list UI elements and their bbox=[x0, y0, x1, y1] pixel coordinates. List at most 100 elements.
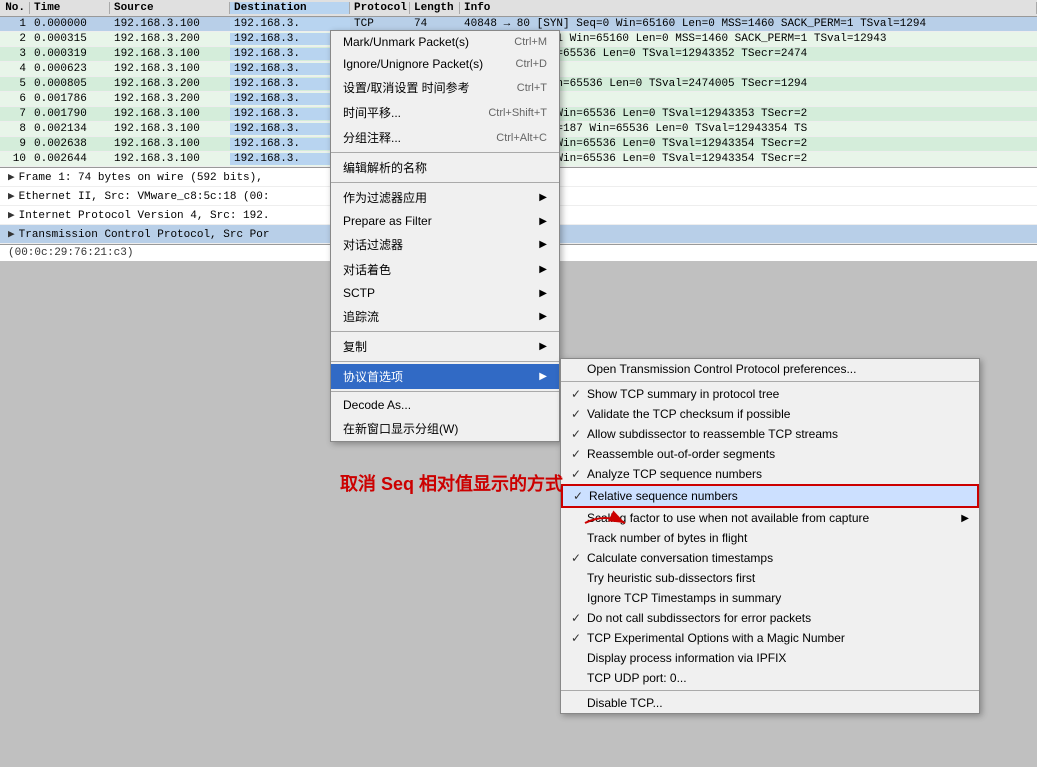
col-header-protocol: Protocol bbox=[350, 2, 410, 14]
menu-item[interactable]: SCTP ▶ bbox=[331, 282, 559, 304]
menu-item-label: 对话过滤器 bbox=[343, 236, 403, 253]
menu-item[interactable]: 作为过滤器应用 ▶ bbox=[331, 185, 559, 210]
packet-no: 1 bbox=[0, 18, 30, 30]
packet-src: 192.168.3.100 bbox=[110, 123, 230, 135]
packet-no: 8 bbox=[0, 123, 30, 135]
packet-src: 192.168.3.100 bbox=[110, 138, 230, 150]
packet-src: 192.168.3.100 bbox=[110, 63, 230, 75]
pref-item[interactable]: ✓Relative sequence numbers bbox=[561, 484, 979, 508]
menu-item-label: 作为过滤器应用 bbox=[343, 189, 427, 206]
expand-arrow: ▶ bbox=[8, 191, 15, 203]
check-mark: ✓ bbox=[571, 387, 587, 401]
menu-item-label: 追踪流 bbox=[343, 308, 379, 325]
packet-src: 192.168.3.100 bbox=[110, 153, 230, 165]
submenu-arrow: ▶ bbox=[539, 216, 547, 227]
col-header-info: Info bbox=[460, 2, 1037, 14]
menu-shortcut: Ctrl+M bbox=[514, 36, 547, 48]
detail-text: Transmission Control Protocol, Src Por bbox=[19, 229, 270, 241]
annotation-label: 取消 Seq 相对值显示的方式 bbox=[340, 474, 563, 494]
pref-item[interactable]: Ignore TCP Timestamps in summary bbox=[561, 588, 979, 608]
menu-shortcut: Ctrl+Shift+T bbox=[488, 107, 547, 119]
pref-item[interactable]: ✓TCP Experimental Options with a Magic N… bbox=[561, 628, 979, 648]
packet-src: 192.168.3.200 bbox=[110, 78, 230, 90]
pref-item-label: Validate the TCP checksum if possible bbox=[587, 407, 790, 421]
menu-shortcut: Ctrl+T bbox=[517, 82, 547, 94]
check-mark: ✓ bbox=[571, 551, 587, 565]
submenu-arrow-pref: ▶ bbox=[961, 513, 969, 524]
pref-item-label: TCP Experimental Options with a Magic Nu… bbox=[587, 631, 845, 645]
pref-item[interactable]: ✓Show TCP summary in protocol tree bbox=[561, 384, 979, 404]
pref-item[interactable]: ✓Allow subdissector to reassemble TCP st… bbox=[561, 424, 979, 444]
menu-item-label: 复制 bbox=[343, 338, 367, 355]
pref-item[interactable]: ✓Analyze TCP sequence numbers bbox=[561, 464, 979, 484]
submenu-arrow: ▶ bbox=[539, 311, 547, 322]
submenu-arrow: ▶ bbox=[539, 239, 547, 250]
packet-time: 0.002644 bbox=[30, 153, 110, 165]
menu-item[interactable]: Prepare as Filter ▶ bbox=[331, 210, 559, 232]
context-menu-1[interactable]: Mark/Unmark Packet(s)Ctrl+MIgnore/Unigno… bbox=[330, 30, 560, 442]
hex-line: (00:0c:29:76:21:c3) bbox=[8, 247, 133, 259]
menu-item[interactable]: 对话着色▶ bbox=[331, 257, 559, 282]
menu-separator bbox=[331, 182, 559, 183]
menu-item-label: Decode As... bbox=[343, 398, 411, 412]
menu-item-label: 分组注释... bbox=[343, 129, 401, 146]
packet-len: 74 bbox=[410, 18, 460, 30]
menu-item[interactable]: 协议首选项▶ bbox=[331, 364, 559, 389]
pref-item-label: Open Transmission Control Protocol prefe… bbox=[587, 362, 856, 376]
menu-item[interactable]: 分组注释... Ctrl+Alt+C bbox=[331, 125, 559, 150]
menu-item[interactable]: 时间平移...Ctrl+Shift+T bbox=[331, 100, 559, 125]
packet-no: 4 bbox=[0, 63, 30, 75]
menu-item[interactable]: 复制 ▶ bbox=[331, 334, 559, 359]
packet-time: 0.000319 bbox=[30, 48, 110, 60]
menu-item[interactable]: 设置/取消设置 时间参考Ctrl+T bbox=[331, 75, 559, 100]
packet-src: 192.168.3.100 bbox=[110, 108, 230, 120]
menu-item-label: 在新窗口显示分组(W) bbox=[343, 420, 458, 437]
menu-item-label: Ignore/Unignore Packet(s) bbox=[343, 57, 483, 71]
pref-item-label: Disable TCP... bbox=[587, 696, 663, 710]
packet-dst: 192.168.3. bbox=[230, 18, 350, 30]
menu-item-label: 对话着色 bbox=[343, 261, 391, 278]
pref-item[interactable]: Try heuristic sub-dissectors first bbox=[561, 568, 979, 588]
packet-time: 0.000623 bbox=[30, 63, 110, 75]
submenu-arrow: ▶ bbox=[539, 341, 547, 352]
check-mark: ✓ bbox=[571, 407, 587, 421]
pref-item[interactable]: ✓Reassemble out-of-order segments bbox=[561, 444, 979, 464]
pref-item-label: Analyze TCP sequence numbers bbox=[587, 467, 762, 481]
menu-item-label: SCTP bbox=[343, 286, 375, 300]
annotation-text: 取消 Seq 相对值显示的方式 bbox=[340, 470, 563, 496]
submenu-arrow: ▶ bbox=[539, 192, 547, 203]
pref-item-label: Do not call subdissectors for error pack… bbox=[587, 611, 811, 625]
menu-item[interactable]: Mark/Unmark Packet(s)Ctrl+M bbox=[331, 31, 559, 53]
pref-item-label: TCP UDP port: 0... bbox=[587, 671, 687, 685]
pref-item[interactable]: Display process information via IPFIX bbox=[561, 648, 979, 668]
arrow-annotation bbox=[580, 508, 630, 542]
menu-item[interactable]: Ignore/Unignore Packet(s)Ctrl+D bbox=[331, 53, 559, 75]
pref-item[interactable]: TCP UDP port: 0... bbox=[561, 668, 979, 688]
pref-item[interactable]: Disable TCP... bbox=[561, 693, 979, 713]
pref-item[interactable]: ✓Do not call subdissectors for error pac… bbox=[561, 608, 979, 628]
packet-src: 192.168.3.100 bbox=[110, 48, 230, 60]
pref-separator bbox=[561, 690, 979, 691]
packet-src: 192.168.3.200 bbox=[110, 93, 230, 105]
menu-item[interactable]: 编辑解析的名称 bbox=[331, 155, 559, 180]
col-header-no: No. bbox=[0, 2, 30, 14]
pref-item[interactable]: ✓Validate the TCP checksum if possible bbox=[561, 404, 979, 424]
menu-item[interactable]: 对话过滤器 ▶ bbox=[331, 232, 559, 257]
menu-item[interactable]: 追踪流 ▶ bbox=[331, 304, 559, 329]
menu-separator bbox=[331, 331, 559, 332]
col-header-time: Time bbox=[30, 2, 110, 14]
menu-item-label: Prepare as Filter bbox=[343, 214, 432, 228]
detail-text: Internet Protocol Version 4, Src: 192. bbox=[19, 210, 270, 222]
pref-item[interactable]: Open Transmission Control Protocol prefe… bbox=[561, 359, 979, 379]
menu-item[interactable]: 在新窗口显示分组(W) bbox=[331, 416, 559, 441]
pref-item[interactable]: ✓Calculate conversation timestamps bbox=[561, 548, 979, 568]
menu-item[interactable]: Decode As... bbox=[331, 394, 559, 416]
submenu-arrow: ▶ bbox=[539, 288, 547, 299]
menu-separator bbox=[331, 152, 559, 153]
pref-item-label: Try heuristic sub-dissectors first bbox=[587, 571, 755, 585]
menu-shortcut: Ctrl+Alt+C bbox=[496, 132, 547, 144]
col-header-length: Length bbox=[410, 2, 460, 14]
check-mark: ✓ bbox=[571, 631, 587, 645]
check-mark: ✓ bbox=[571, 611, 587, 625]
pref-item-label: Calculate conversation timestamps bbox=[587, 551, 773, 565]
